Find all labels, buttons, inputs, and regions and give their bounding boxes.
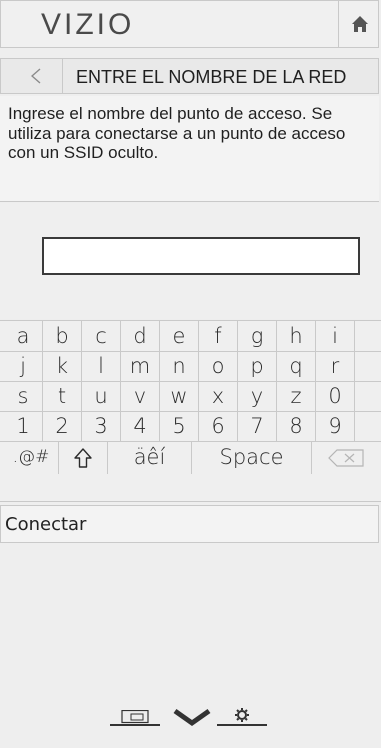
key-5[interactable]: 5 <box>160 411 199 441</box>
ssid-input[interactable] <box>42 237 360 275</box>
bottom-nav <box>0 690 381 748</box>
home-button[interactable] <box>338 1 380 48</box>
key-s[interactable]: s <box>4 381 43 411</box>
key-a[interactable]: a <box>4 321 43 351</box>
key-l[interactable]: l <box>82 351 121 381</box>
settings-button[interactable] <box>217 707 267 727</box>
key-o[interactable]: o <box>199 351 238 381</box>
page-title: ENTRE EL NOMBRE DE LA RED <box>76 67 347 87</box>
connect-label: Conectar <box>5 514 87 535</box>
on-screen-keyboard: a b c d e f g h i j k l m n o p q r s t <box>0 320 381 502</box>
key-2[interactable]: 2 <box>43 411 82 441</box>
keyboard-row-5: .@# äêí Space <box>0 441 381 474</box>
keyboard-row-3: s t u v w x y z 0 <box>0 381 381 411</box>
key-w[interactable]: w <box>160 381 199 411</box>
key-c[interactable]: c <box>82 321 121 351</box>
accents-key[interactable]: äêí <box>108 441 192 474</box>
key-9[interactable]: 9 <box>316 411 355 441</box>
key-7[interactable]: 7 <box>238 411 277 441</box>
shift-key[interactable] <box>59 441 108 474</box>
key-6[interactable]: 6 <box>199 411 238 441</box>
key-y[interactable]: y <box>238 381 277 411</box>
key-p[interactable]: p <box>238 351 277 381</box>
key-t[interactable]: t <box>43 381 82 411</box>
key-k[interactable]: k <box>43 351 82 381</box>
keyboard-row-2: j k l m n o p q r <box>0 351 381 381</box>
key-q[interactable]: q <box>277 351 316 381</box>
symbols-key[interactable]: .@# <box>4 441 59 474</box>
home-icon <box>352 16 368 32</box>
key-f[interactable]: f <box>199 321 238 351</box>
key-r[interactable]: r <box>316 351 355 381</box>
key-v[interactable]: v <box>121 381 160 411</box>
menu-down-button[interactable] <box>172 708 212 730</box>
backspace-icon <box>327 449 364 467</box>
connect-button[interactable]: Conectar <box>0 505 379 543</box>
key-d[interactable]: d <box>121 321 160 351</box>
key-0[interactable]: 0 <box>316 381 355 411</box>
gear-icon <box>217 708 267 726</box>
back-button[interactable] <box>1 59 63 93</box>
input-button[interactable] <box>110 709 160 726</box>
shift-icon <box>74 448 92 468</box>
key-4[interactable]: 4 <box>121 411 160 441</box>
key-b[interactable]: b <box>43 321 82 351</box>
back-arrow-icon <box>31 68 41 84</box>
backspace-key[interactable] <box>312 441 379 474</box>
chevron-down-icon <box>173 708 211 727</box>
key-1[interactable]: 1 <box>4 411 43 441</box>
keyboard-row-4: 1 2 3 4 5 6 7 8 9 <box>0 411 381 441</box>
key-g[interactable]: g <box>238 321 277 351</box>
vizio-logo: VIZIO <box>41 8 135 41</box>
key-8[interactable]: 8 <box>277 411 316 441</box>
space-key[interactable]: Space <box>192 441 312 474</box>
key-3[interactable]: 3 <box>82 411 121 441</box>
key-u[interactable]: u <box>82 381 121 411</box>
key-i[interactable]: i <box>316 321 355 351</box>
header-bar: VIZIO <box>0 0 379 48</box>
key-x[interactable]: x <box>199 381 238 411</box>
key-j[interactable]: j <box>4 351 43 381</box>
description-text: Ingrese el nombre del punto de acceso. S… <box>0 96 379 202</box>
key-m[interactable]: m <box>121 351 160 381</box>
keyboard-row-1: a b c d e f g h i <box>0 321 381 351</box>
title-bar: ENTRE EL NOMBRE DE LA RED <box>0 58 379 94</box>
input-icon <box>110 709 160 726</box>
key-n[interactable]: n <box>160 351 199 381</box>
key-z[interactable]: z <box>277 381 316 411</box>
key-h[interactable]: h <box>277 321 316 351</box>
key-e[interactable]: e <box>160 321 199 351</box>
settings-panel: VIZIO ENTRE EL NOMBRE DE LA RED Ingrese … <box>0 0 381 748</box>
input-area <box>0 203 381 319</box>
